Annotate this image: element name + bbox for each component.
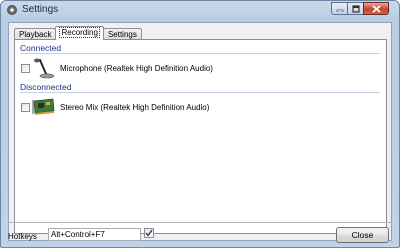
microphone-label: Microphone (Realtek High Definition Audi… [60,63,213,73]
stereo-mix-label: Stereo Mix (Realtek High Definition Audi… [60,102,210,112]
close-window-button[interactable] [363,2,389,15]
hotkeys-enabled-checkbox[interactable] [144,228,154,238]
checkmark-icon [145,229,153,237]
group-header-disconnected-label: Disconnected [20,82,76,92]
window-title: Settings [22,4,59,15]
tab-strip: Playback Recording Settings [14,26,142,40]
microphone-icon [34,58,55,79]
sound-card-icon [32,98,55,115]
maximize-icon [351,4,360,13]
minimize-button[interactable] [331,2,347,15]
app-icon[interactable] [7,5,17,15]
tab-recording-label: Recording [59,27,100,38]
client-area: Playback Recording Settings Connected Mi… [8,22,392,241]
settings-window: Settings Playback Recording Settings Con… [0,0,400,248]
caption-buttons [331,2,389,15]
minimize-icon [336,9,343,12]
device-row-stereo-mix[interactable]: Stereo Mix (Realtek High Definition Audi… [21,96,209,118]
stereo-mix-checkbox[interactable] [21,102,30,112]
group-header-disconnected: Disconnected [20,82,380,93]
tab-recording[interactable]: Recording [55,26,104,40]
hotkeys-label: Hotkeys [8,232,37,241]
footer-divider [8,222,392,223]
device-list-panel: Connected Microphone (Realtek High Defin… [14,39,387,234]
microphone-checkbox[interactable] [21,63,30,73]
close-icon [371,4,381,13]
group-header-connected-label: Connected [20,43,66,53]
group-header-connected: Connected [20,43,380,54]
close-button[interactable]: Close [336,227,389,243]
maximize-button[interactable] [347,2,363,15]
hotkeys-input[interactable] [48,228,141,241]
title-bar[interactable]: Settings [1,1,399,19]
device-row-microphone[interactable]: Microphone (Realtek High Definition Audi… [21,57,213,79]
